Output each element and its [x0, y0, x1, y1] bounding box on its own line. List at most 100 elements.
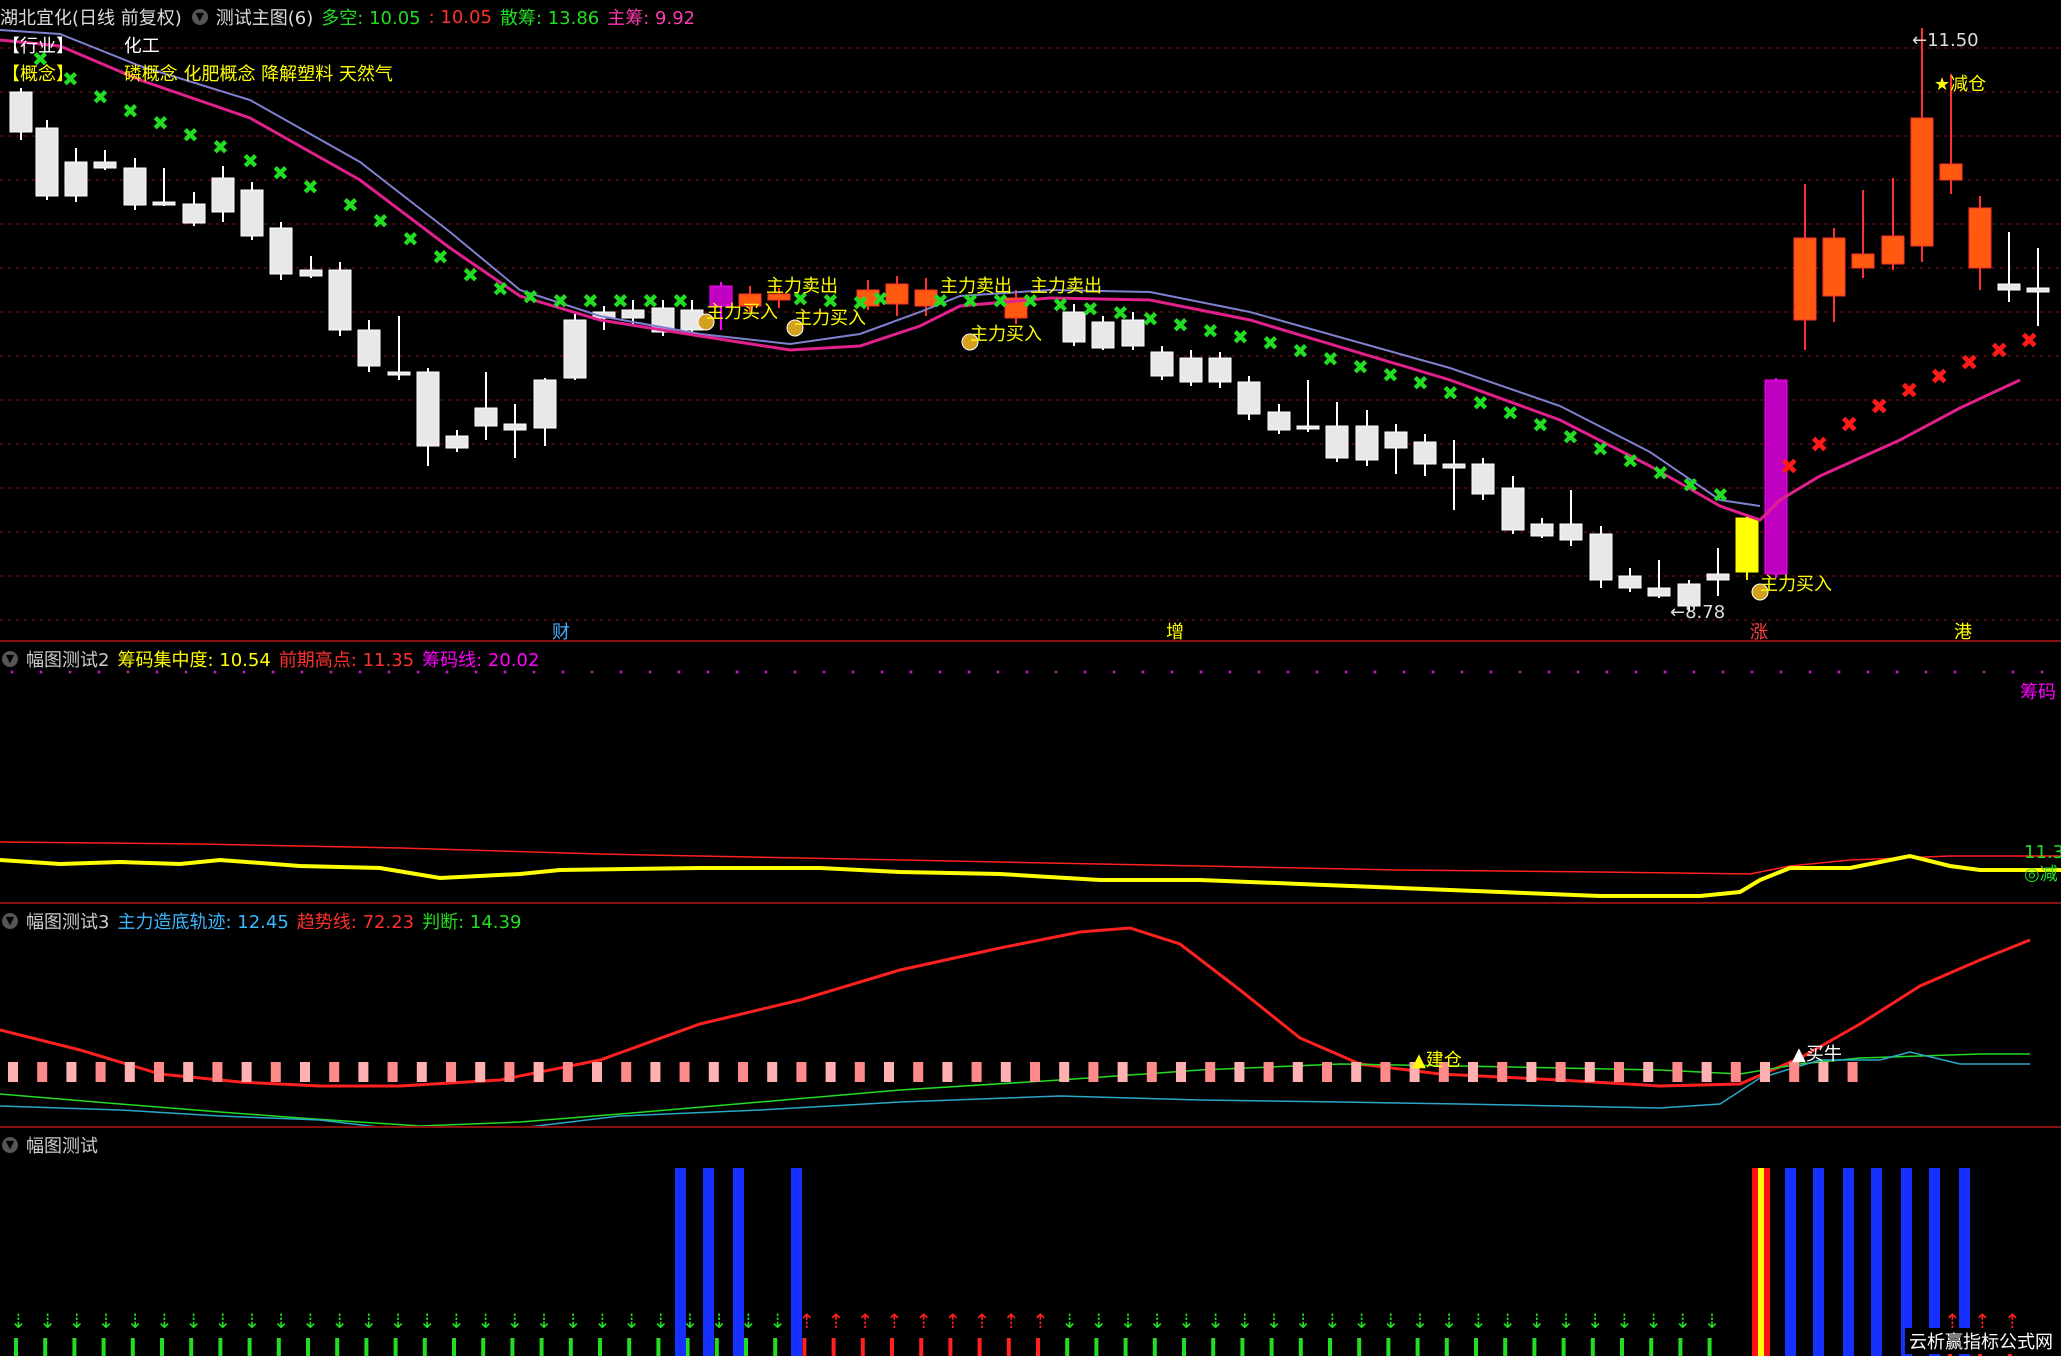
clover-signal-icon: ✖: [1352, 355, 1369, 379]
signal-stem: [598, 1338, 602, 1356]
chevron-down-icon[interactable]: ▼: [2, 651, 18, 667]
chip-line-dot: [764, 670, 768, 674]
candle-body: [35, 127, 59, 197]
duokong-value: 多空: 10.05: [321, 8, 421, 29]
clover-signal-icon: ✖: [342, 193, 359, 217]
indicator-panel-2[interactable]: ▼ 幅图测试2 筹码集中度: 10.54 前期高点: 11.35 筹码线: 20…: [0, 642, 2061, 902]
signal-stem: [1386, 1338, 1391, 1356]
chip-line-dot: [938, 670, 942, 674]
blue-signal-bar: [1785, 1168, 1796, 1356]
red-x-signal-icon: ✖: [1930, 365, 1948, 390]
signal-arrow-icon: ⇣: [10, 1309, 27, 1333]
signal-stem: [101, 1338, 106, 1356]
stock-title[interactable]: 湖北宜化(日线 前复权): [0, 4, 182, 30]
red-x-signal-icon: ✖: [1840, 413, 1858, 438]
bottom-bar: [387, 1062, 398, 1082]
clover-signal-icon: ✖: [1502, 401, 1519, 425]
signal-arrow-icon: ⇣: [623, 1309, 640, 1333]
clover-signal-icon: ✖: [1712, 483, 1729, 507]
clover-signal-icon: ✖: [92, 85, 109, 109]
bottom-bar: [212, 1062, 223, 1082]
signal-arrow-icon: ⇣: [1441, 1309, 1458, 1333]
chevron-down-icon[interactable]: ▼: [191, 9, 208, 25]
main-chart-panel[interactable]: ✖ ✖ ✖ ✖ ✖ ✖ ✖ ✖ ✖ ✖ ✖ ✖ ✖ ✖ ✖ ✖ ✖ ✖ ✖ ✖ ✖ ✖ ✖ ✖ ✖ ✖ ✖ ✖ ✖ ✖ ✖ ✖ ✖ ✖ ✖ ✖ ✖ ✖ ✖ ✖…: [0, 0, 2061, 640]
chip-line-dot: [822, 670, 826, 674]
bottom-bar: [1146, 1062, 1157, 1082]
candle-body: [1647, 587, 1671, 597]
clover-signal-icon: ✖: [1112, 301, 1129, 325]
yellow-signal-bar: [1758, 1168, 1764, 1356]
signal-stem: [714, 1338, 719, 1356]
clover-signal-icon: ✖: [1082, 297, 1099, 321]
blue-signal-bar: [733, 1168, 744, 1356]
signal-arrow-icon: ⇣: [1266, 1309, 1283, 1333]
chip-line-dot: [996, 670, 1000, 674]
candle-body: [1881, 235, 1905, 265]
zhuchou-value: 主筹: 9.92: [607, 8, 696, 29]
signal-arrow-icon: ⇣: [185, 1309, 202, 1333]
signal-stem: [802, 1338, 807, 1356]
indicator-name[interactable]: 测试主图(6): [216, 4, 314, 30]
clover-signal-icon: ✖: [522, 285, 539, 309]
signal-arrow-icon: ⇡: [1032, 1309, 1049, 1333]
signal-arrow-icon: ⇣: [1236, 1309, 1253, 1333]
signal-stem: [481, 1338, 486, 1356]
signal-arrow-icon: ⇣: [39, 1309, 56, 1333]
signal-arrow-icon: ⇣: [1178, 1309, 1195, 1333]
calendar-mark[interactable]: 港: [1954, 618, 1972, 640]
panel3-header: ▼ 幅图测试3 主力造底轨迹: 12.45 趋势线: 72.23 判断: 14.…: [0, 908, 521, 934]
chip-line-dot: [1141, 670, 1145, 674]
panel3-name[interactable]: 幅图测试3: [26, 908, 109, 934]
signal-label: 主力卖出: [1030, 276, 1102, 297]
chip-line-dot: [2040, 670, 2044, 674]
trend-chart[interactable]: [0, 904, 2061, 1126]
calendar-mark[interactable]: 财: [552, 618, 570, 640]
bottom-bar: [475, 1062, 486, 1082]
signal-stem: [1123, 1338, 1128, 1356]
signal-stem: [568, 1338, 573, 1356]
clover-signal-icon: ✖: [492, 277, 509, 301]
candle-body: [1208, 357, 1232, 383]
signal-stem: [685, 1338, 690, 1356]
bottom-bar: [504, 1062, 515, 1082]
signal-arrow-icon: ⇡: [828, 1309, 845, 1333]
signal-stem: [1094, 1338, 1099, 1356]
signal-arrow-icon: ⇣: [1295, 1309, 1312, 1333]
signal-label: 主力买入: [970, 324, 1042, 345]
signal-arrow-icon: ⇡: [915, 1309, 932, 1333]
signal-arrow-icon: ⇣: [1090, 1309, 1107, 1333]
panel4-name[interactable]: 幅图测试: [26, 1132, 98, 1158]
chip-line-dot: [1054, 670, 1058, 674]
chevron-down-icon[interactable]: ▼: [2, 913, 18, 929]
bottom-bar: [358, 1062, 369, 1082]
duokong-value-2: : 10.05: [428, 6, 492, 28]
panel2-name[interactable]: 幅图测试2: [26, 646, 109, 672]
signal-arrow-icon: ⇣: [536, 1309, 553, 1333]
chip-line-dot: [880, 670, 884, 674]
signal-arrow-icon: ⇣: [1149, 1309, 1166, 1333]
signal-stem: [306, 1338, 310, 1356]
bottom-bar: [241, 1062, 252, 1082]
bottom-bar: [1847, 1062, 1858, 1082]
indicator-panel-3[interactable]: ▼ 幅图测试3 主力造底轨迹: 12.45 趋势线: 72.23 判断: 14.…: [0, 904, 2061, 1126]
bottom-bar: [825, 1062, 836, 1082]
clover-signal-icon: ✖: [302, 175, 319, 199]
chevron-down-icon[interactable]: ▼: [2, 1137, 18, 1153]
clover-signal-icon: ✖: [1412, 371, 1429, 395]
bottom-bar: [1584, 1062, 1595, 1082]
calendar-mark[interactable]: 涨: [1750, 618, 1768, 640]
signal-stem: [276, 1338, 281, 1356]
red-x-signal-icon: ✖: [1810, 433, 1828, 458]
signal-stem: [14, 1338, 18, 1356]
signal-label: 主力卖出: [766, 276, 838, 297]
bottom-bar: [767, 1062, 778, 1082]
concept-value: 磷概念 化肥概念 降解塑料 天然气: [123, 64, 393, 85]
chip-line-dot: [1721, 670, 1725, 674]
calendar-mark[interactable]: 增: [1166, 618, 1184, 640]
bottom-bar: [884, 1062, 894, 1082]
indicator-panel-4[interactable]: ⇣ ⇣ ⇣ ⇣ ⇣ ⇣ ⇣ ⇣ ⇣ ⇣ ⇣ ⇣ ⇣ ⇣ ⇣ ⇣ ⇣ ⇣ ⇣ ⇣ ⇣ ⇣ ⇣ ⇣ ⇣ ⇣ ⇣ ⇡ ⇡ ⇡ ⇡ ⇡ ⇡ ⇡ ⇡ ⇡ ⇣ ⇣ ⇣ ⇣…: [0, 1128, 2061, 1356]
chip-line-dot: [1982, 670, 1986, 674]
chip-concentration-chart[interactable]: [0, 642, 2061, 902]
signal-bars-chart[interactable]: ⇣ ⇣ ⇣ ⇣ ⇣ ⇣ ⇣ ⇣ ⇣ ⇣ ⇣ ⇣ ⇣ ⇣ ⇣ ⇣ ⇣ ⇣ ⇣ ⇣ ⇣ ⇣ ⇣ ⇣ ⇣ ⇣ ⇣ ⇡ ⇡ ⇡ ⇡ ⇡ ⇡ ⇡ ⇡ ⇡ ⇣ ⇣ ⇣ ⇣…: [0, 1128, 2061, 1356]
signal-arrow-icon: ⇣: [1704, 1309, 1721, 1333]
